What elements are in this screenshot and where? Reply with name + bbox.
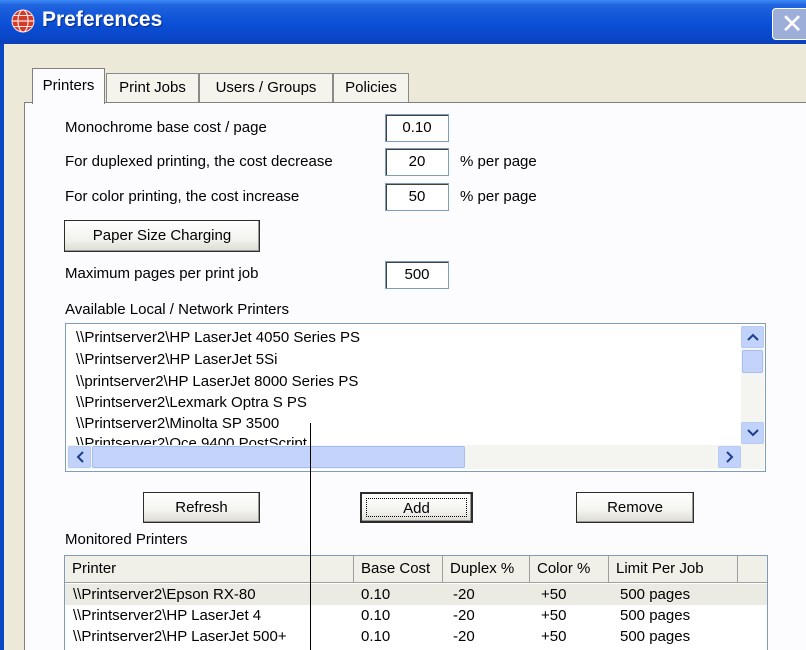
max-pages-input[interactable]: 500: [385, 261, 449, 289]
duplex-label: For duplexed printing, the cost decrease: [65, 153, 333, 170]
list-item[interactable]: \\Printserver2\Minolta SP 3500: [76, 415, 279, 433]
cell-color: +50: [541, 586, 567, 603]
scrollbar-corner: [741, 445, 764, 469]
chevron-left-icon: [76, 451, 84, 463]
chevron-right-icon: [725, 451, 733, 463]
cell-limit: 500 pages: [620, 607, 691, 624]
column-header-base-cost[interactable]: Base Cost: [354, 556, 443, 583]
available-list-horizontal-scrollbar[interactable]: [67, 445, 741, 469]
scroll-left-button[interactable]: [68, 446, 91, 468]
cell-limit: 500 pages: [620, 628, 691, 645]
color-input[interactable]: 50: [385, 183, 449, 211]
remove-button[interactable]: Remove: [576, 492, 694, 523]
column-header-duplex[interactable]: Duplex %: [443, 556, 530, 583]
cell-printer: \\Printserver2\HP LaserJet 4: [73, 607, 262, 624]
monitored-printers-table[interactable]: Printer Base Cost Duplex % Color % Limit…: [64, 555, 768, 650]
column-header-color[interactable]: Color %: [530, 556, 609, 583]
paper-size-charging-button[interactable]: Paper Size Charging: [64, 220, 260, 252]
max-pages-label: Maximum pages per print job: [65, 265, 259, 282]
available-list-vertical-scrollbar[interactable]: [741, 326, 764, 445]
cell-color: +50: [541, 607, 567, 624]
cell-duplex: -20: [453, 586, 475, 603]
scroll-up-button[interactable]: [741, 326, 764, 348]
horizontal-scroll-thumb[interactable]: [92, 446, 465, 468]
add-button[interactable]: Add: [360, 492, 473, 523]
mono-cost-input[interactable]: 0.10: [385, 114, 449, 142]
cell-color: +50: [541, 628, 567, 645]
available-printers-label: Available Local / Network Printers: [65, 301, 289, 318]
chevron-up-icon: [746, 333, 759, 341]
drag-indicator-line: [310, 423, 311, 650]
duplex-unit: % per page: [460, 153, 537, 170]
cell-base-cost: 0.10: [361, 586, 391, 603]
list-item[interactable]: \\Printserver2\Lexmark Optra S PS: [76, 394, 307, 412]
list-item[interactable]: \\printserver2\HP LaserJet 8000 Series P…: [76, 373, 358, 391]
monitored-printers-label: Monitored Printers: [65, 531, 188, 548]
preferences-window: Preferences ✕ Printers Print Jobs Users …: [0, 0, 806, 650]
add-button-label: Add: [403, 500, 430, 517]
cell-printer: \\Printserver2\HP LaserJet 500+: [73, 628, 287, 645]
table-row[interactable]: \\Printserver2\Epson RX-80 0.10 -20 +50 …: [65, 584, 767, 605]
vertical-scroll-thumb[interactable]: [742, 350, 763, 373]
duplex-input[interactable]: 20: [385, 148, 449, 176]
scroll-right-button[interactable]: [718, 446, 741, 468]
table-row[interactable]: \\Printserver2\HP LaserJet 500+ 0.10 -20…: [65, 626, 767, 647]
cell-limit: 500 pages: [620, 586, 691, 603]
cell-duplex: -20: [453, 607, 475, 624]
refresh-button[interactable]: Refresh: [143, 492, 260, 523]
column-header-limit-per-job[interactable]: Limit Per Job: [609, 556, 738, 583]
table-row[interactable]: \\Printserver2\HP LaserJet 4 0.10 -20 +5…: [65, 605, 767, 626]
cell-duplex: -20: [453, 628, 475, 645]
list-item[interactable]: \\Printserver2\HP LaserJet 5Si: [76, 351, 277, 369]
chevron-down-icon: [746, 429, 759, 437]
cell-printer: \\Printserver2\Epson RX-80: [73, 586, 256, 603]
column-header-filler: [738, 556, 767, 583]
color-label: For color printing, the cost increase: [65, 188, 300, 205]
list-item[interactable]: \\Printserver2\HP LaserJet 4050 Series P…: [76, 329, 360, 347]
mono-cost-label: Monochrome base cost / page: [65, 119, 267, 136]
cell-base-cost: 0.10: [361, 607, 391, 624]
color-unit: % per page: [460, 188, 537, 205]
cell-base-cost: 0.10: [361, 628, 391, 645]
scroll-down-button[interactable]: [741, 422, 764, 444]
